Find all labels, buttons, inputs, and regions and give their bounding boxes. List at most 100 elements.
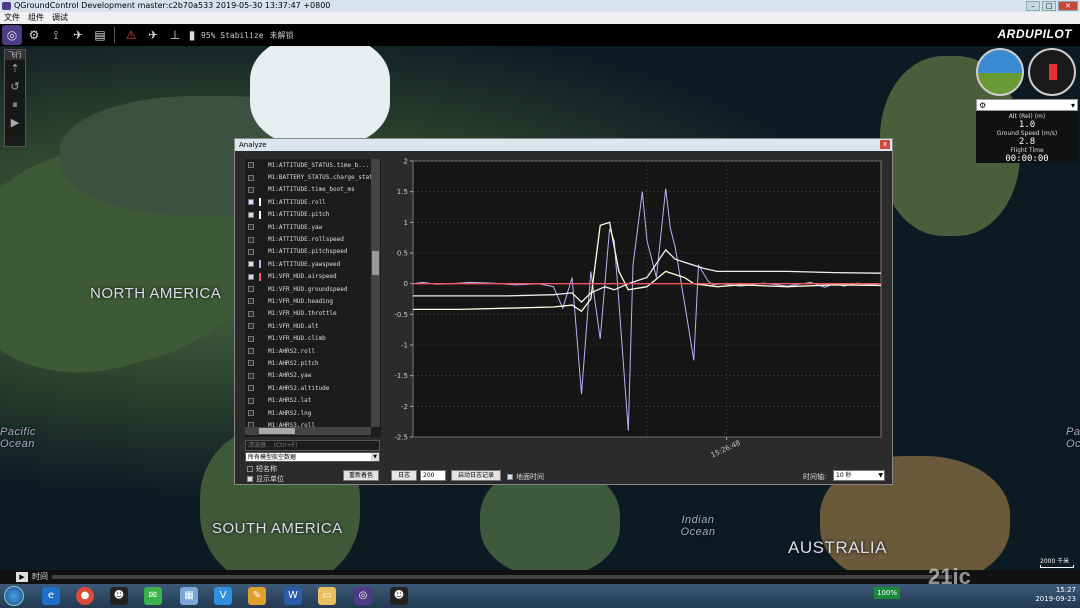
- plan-view-icon[interactable]: ⟟: [46, 25, 66, 45]
- telemetry-checkbox[interactable]: [248, 162, 254, 169]
- telemetry-checkbox[interactable]: [248, 211, 254, 218]
- takeoff-icon[interactable]: ⇡: [5, 60, 25, 78]
- telemetry-list-item[interactable]: M1:AHRS2.lng: [245, 407, 381, 419]
- telemetry-list-item[interactable]: M1:ATTITUDE.yawspeed: [245, 258, 381, 270]
- checkbox-box[interactable]: [507, 474, 513, 480]
- zoom-indicator[interactable]: 100%: [874, 587, 900, 599]
- telemetry-checkbox[interactable]: [248, 348, 254, 355]
- qq-icon[interactable]: ☻: [110, 587, 128, 605]
- telemetry-list-scrollbar[interactable]: [371, 159, 380, 427]
- short-name-checkbox[interactable]: 短名称: [247, 464, 277, 474]
- telemetry-checkbox[interactable]: [248, 174, 254, 181]
- analyze-view-icon[interactable]: ▤: [90, 25, 110, 45]
- start-button[interactable]: [4, 586, 24, 606]
- rc-icon[interactable]: ⊥: [165, 25, 185, 45]
- telemetry-list-item[interactable]: M1:ATTITUDE.pitchspeed: [245, 246, 381, 258]
- telemetry-list-item[interactable]: M1:ATTITUDE.roll: [245, 196, 381, 208]
- menu-file[interactable]: 文件: [4, 12, 20, 24]
- telemetry-list-item[interactable]: M1:AHRS2.yaw: [245, 370, 381, 382]
- flight-mode-status[interactable]: 95% Stabilize: [201, 31, 264, 40]
- pause-icon[interactable]: ⏸: [5, 96, 25, 114]
- app-v-icon[interactable]: V: [214, 587, 232, 605]
- telemetry-list-item[interactable]: M1:BATTERY_STATUS.charge_state: [245, 171, 381, 183]
- qgc-logo-button[interactable]: ◎: [2, 25, 22, 45]
- start-log-button[interactable]: 启动日志记录: [451, 470, 501, 481]
- vehicle-values-dropdown[interactable]: ⚙ ▾: [976, 99, 1078, 111]
- telemetry-checkbox[interactable]: [248, 310, 254, 317]
- telemetry-checkbox[interactable]: [248, 273, 254, 280]
- telemetry-checkbox[interactable]: [248, 224, 254, 231]
- chrome-icon[interactable]: ●: [76, 587, 94, 605]
- telemetry-list-item[interactable]: M1:VFR_HUD.alt: [245, 320, 381, 332]
- telemetry-list-item[interactable]: M1:VFR_HUD.airspeed: [245, 271, 381, 283]
- qgroundcontrol-taskbar-icon[interactable]: ◎: [354, 587, 372, 605]
- word-icon[interactable]: W: [284, 587, 302, 605]
- telemetry-checkbox[interactable]: [248, 397, 254, 404]
- telemetry-checkbox[interactable]: [248, 236, 254, 243]
- analyze-close-button[interactable]: x: [880, 140, 890, 149]
- vehicle-setup-icon[interactable]: ⚙: [24, 25, 44, 45]
- telemetry-checkbox[interactable]: [248, 385, 254, 392]
- log-button[interactable]: 日志: [391, 470, 417, 481]
- menu-widgets[interactable]: 组件: [28, 12, 44, 24]
- map-time-checkbox[interactable]: 地面时间: [507, 472, 544, 482]
- battery-icon[interactable]: ▮: [187, 25, 197, 45]
- telemetry-list-item[interactable]: M1:AHRS2.altitude: [245, 382, 381, 394]
- telemetry-list-item[interactable]: M1:AHRS2.lat: [245, 394, 381, 406]
- checkbox-box[interactable]: [247, 476, 253, 482]
- telemetry-list-item[interactable]: M1:VFR_HUD.throttle: [245, 308, 381, 320]
- system-tray-clock[interactable]: 15:27 2019-09-23: [1035, 586, 1076, 604]
- play-button[interactable]: ▶: [16, 572, 28, 582]
- telemetry-checkbox[interactable]: [248, 248, 254, 255]
- time-axis-select[interactable]: 10 秒 ▼: [833, 470, 885, 481]
- telemetry-list-item[interactable]: M1:AHRS2.roll: [245, 345, 381, 357]
- qq-icon-2[interactable]: ☻: [390, 587, 408, 605]
- rtl-icon[interactable]: ↺: [5, 78, 25, 96]
- recolor-button[interactable]: 重新着色: [343, 470, 379, 481]
- telemetry-checkbox[interactable]: [248, 335, 254, 342]
- telemetry-checkbox[interactable]: [248, 286, 254, 293]
- close-window-button[interactable]: ✕: [1058, 1, 1078, 11]
- wechat-icon[interactable]: ✉: [144, 587, 162, 605]
- telemetry-checkbox[interactable]: [248, 360, 254, 367]
- explorer-icon[interactable]: ▭: [318, 587, 336, 605]
- telemetry-list-item[interactable]: M1:AHRS2.pitch: [245, 357, 381, 369]
- telemetry-checkbox[interactable]: [248, 323, 254, 330]
- telemetry-list-item[interactable]: M1:VFR_HUD.groundspeed: [245, 283, 381, 295]
- filter-input[interactable]: 滤波器... (Ctrl+F): [245, 440, 380, 451]
- minimize-button[interactable]: –: [1026, 1, 1040, 11]
- telemetry-chart[interactable]: 2 1.5 1 0.5 0 -0.5 -1 -1.5 -2 -2.5 15:26:48: [385, 155, 885, 470]
- maximize-button[interactable]: □: [1042, 1, 1056, 11]
- warning-icon[interactable]: ⚠: [121, 25, 141, 45]
- telemetry-list-item[interactable]: M1:ATTITUDE.pitch: [245, 209, 381, 221]
- telemetry-list-item[interactable]: M1:ATTITUDE_STATUS.time_b...: [245, 159, 381, 171]
- telemetry-list-item[interactable]: M1:ATTITUDE.yaw: [245, 221, 381, 233]
- fly-view-icon[interactable]: ✈: [68, 25, 88, 45]
- telemetry-checkbox[interactable]: [248, 199, 254, 206]
- telemetry-chart-svg[interactable]: 2 1.5 1 0.5 0 -0.5 -1 -1.5 -2 -2.5 15:26:48: [385, 155, 885, 470]
- telemetry-checkbox[interactable]: [248, 261, 254, 268]
- hscrollbar-thumb[interactable]: [259, 428, 295, 434]
- telemetry-checkbox[interactable]: [248, 410, 254, 416]
- menu-debug[interactable]: 调试: [52, 12, 68, 24]
- group-select[interactable]: 所有模型航空数据 ▼: [245, 452, 380, 462]
- telemetry-list-item[interactable]: M1:ATTITUDE.rollspeed: [245, 233, 381, 245]
- ie-icon[interactable]: e: [42, 587, 60, 605]
- calculator-icon[interactable]: ▦: [180, 587, 198, 605]
- telemetry-list[interactable]: M1:ATTITUDE_STATUS.time_b... M1:BATTERY_S…: [245, 159, 381, 437]
- telemetry-list-item[interactable]: M1:ATTITUDE.time_boot_ms: [245, 184, 381, 196]
- vehicle-icon[interactable]: ✈: [143, 25, 163, 45]
- action-icon[interactable]: ▶: [5, 114, 25, 132]
- paint-icon[interactable]: ✎: [248, 587, 266, 605]
- show-units-checkbox[interactable]: 显示单位: [247, 474, 284, 484]
- scrollbar-thumb[interactable]: [372, 251, 379, 275]
- telemetry-list-hscrollbar[interactable]: [245, 427, 371, 435]
- telemetry-list-item[interactable]: M1:VFR_HUD.climb: [245, 332, 381, 344]
- telemetry-checkbox[interactable]: [248, 372, 254, 379]
- time-slider[interactable]: [52, 575, 952, 579]
- telemetry-checkbox[interactable]: [248, 298, 254, 305]
- telemetry-checkbox[interactable]: [248, 186, 254, 193]
- arm-status[interactable]: 未解锁: [270, 30, 294, 41]
- log-count-field[interactable]: 200: [420, 470, 446, 481]
- telemetry-list-item[interactable]: M1:VFR_HUD.heading: [245, 295, 381, 307]
